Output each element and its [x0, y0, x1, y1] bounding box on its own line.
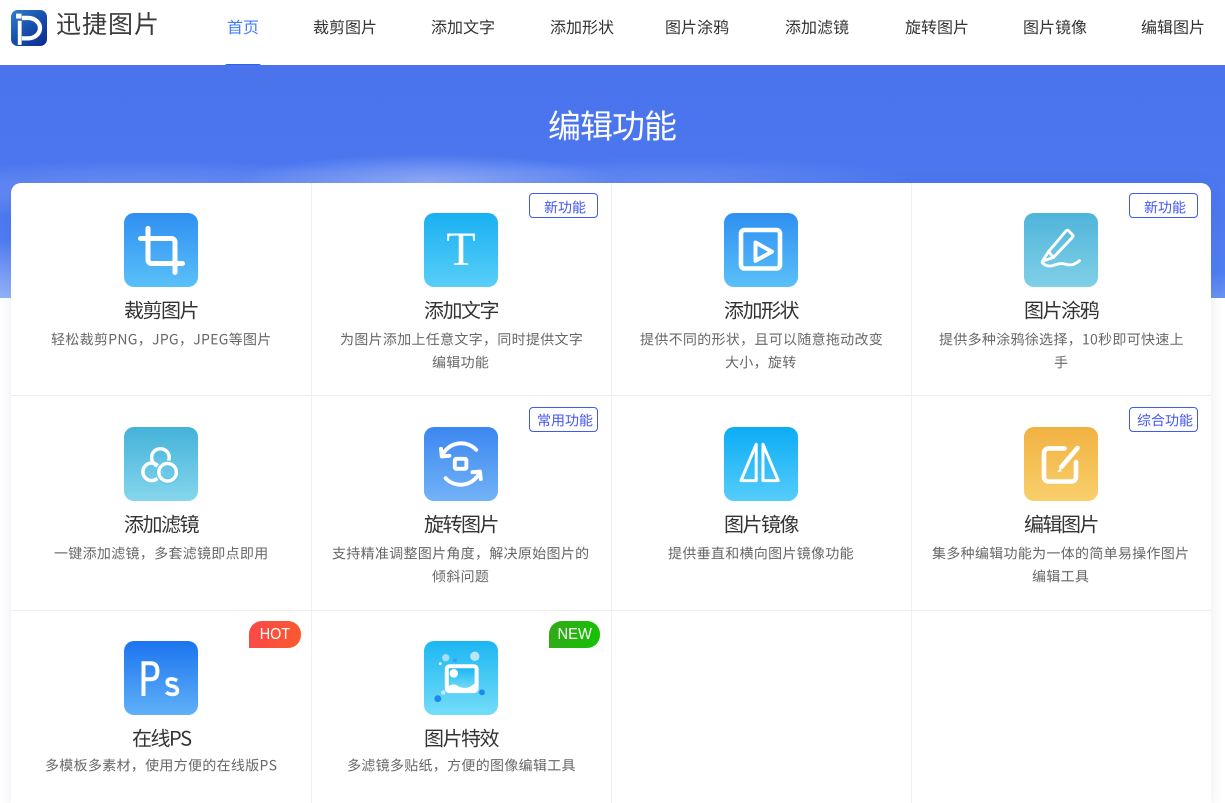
- svg-text:T: T: [446, 223, 475, 276]
